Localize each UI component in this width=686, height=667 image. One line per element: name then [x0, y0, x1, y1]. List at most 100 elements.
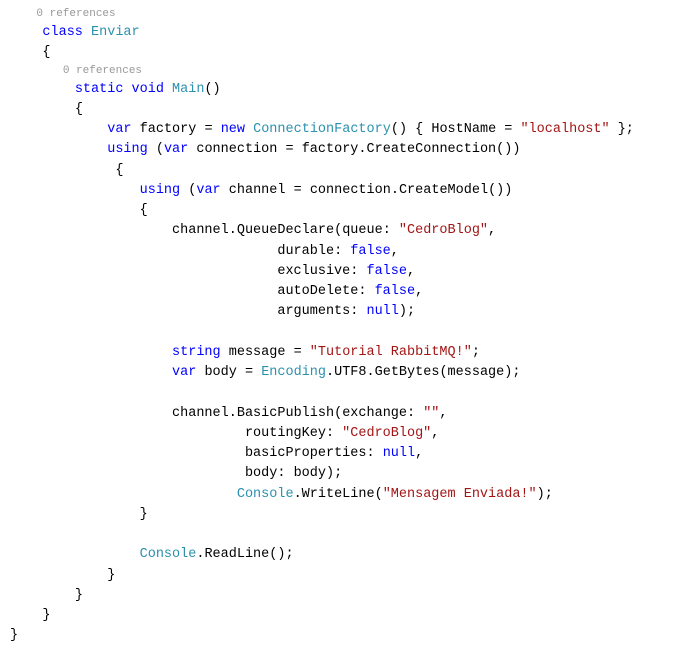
keyword-false: false [375, 284, 416, 299]
codelens-class[interactable]: 0 references [10, 6, 686, 23]
parens: ()) [496, 142, 520, 157]
comma: , [431, 426, 439, 441]
closer: ); [537, 487, 553, 502]
brace: } [42, 608, 50, 623]
keyword-false: false [366, 264, 407, 279]
code-line[interactable]: routingKey: "CedroBlog", [10, 424, 686, 444]
id-autodel: autoDelete [277, 284, 358, 299]
comma: , [415, 446, 423, 461]
dot: . [358, 142, 366, 157]
brace: } [140, 507, 148, 522]
id-factory: factory [140, 122, 197, 137]
id-utf8: UTF8 [334, 365, 366, 380]
id-message: message [229, 345, 286, 360]
code-line[interactable]: exclusive: false, [10, 262, 686, 282]
code-line[interactable]: durable: false, [10, 242, 686, 262]
codelens-main[interactable]: 0 references [10, 63, 686, 80]
comma: , [407, 264, 415, 279]
dot: . [229, 406, 237, 421]
code-line[interactable]: } [10, 626, 686, 646]
closer: ); [399, 304, 415, 319]
colon: : [326, 426, 342, 441]
id-channel: channel [229, 183, 286, 198]
type-console: Console [237, 487, 294, 502]
code-line[interactable]: static void Main() [10, 80, 686, 100]
comma: , [488, 223, 496, 238]
comma: , [439, 406, 447, 421]
id-hostname: HostName [431, 122, 496, 137]
closer: }; [610, 122, 634, 137]
p: ( [148, 142, 164, 157]
id-exchange: exchange [342, 406, 407, 421]
keyword-class: class [42, 25, 83, 40]
code-line-blank[interactable] [10, 383, 686, 403]
type-connfactory: ConnectionFactory [253, 122, 391, 137]
code-line[interactable]: body: body); [10, 464, 686, 484]
code-line[interactable]: } [10, 505, 686, 525]
eq: = [496, 122, 520, 137]
keyword-static: static [75, 82, 124, 97]
code-line[interactable]: using (var connection = factory.CreateCo… [10, 140, 686, 160]
id-channel: channel [172, 223, 229, 238]
code-line[interactable]: { [10, 201, 686, 221]
code-line[interactable]: var factory = new ConnectionFactory() { … [10, 120, 686, 140]
string-cedro: "CedroBlog" [342, 426, 431, 441]
code-line[interactable]: using (var channel = connection.CreateMo… [10, 181, 686, 201]
id-bodyparam: body [245, 466, 277, 481]
keyword-null: null [383, 446, 415, 461]
code-line[interactable]: channel.BasicPublish(exchange: "", [10, 404, 686, 424]
code-line[interactable]: { [10, 43, 686, 63]
keyword-new: new [221, 122, 245, 137]
dot: . [229, 223, 237, 238]
code-line[interactable]: var body = Encoding.UTF8.GetBytes(messag… [10, 363, 686, 383]
eq: = [285, 142, 293, 157]
code-line[interactable]: } [10, 566, 686, 586]
keyword-var: var [196, 183, 220, 198]
code-line[interactable]: string message = "Tutorial RabbitMQ!"; [10, 343, 686, 363]
keyword-var: var [172, 365, 196, 380]
keyword-var: var [107, 122, 131, 137]
code-line[interactable]: channel.QueueDeclare(queue: "CedroBlog", [10, 221, 686, 241]
code-line[interactable]: class Enviar [10, 23, 686, 43]
string-localhost: "localhost" [520, 122, 609, 137]
dot: . [294, 487, 302, 502]
closer: ); [326, 466, 342, 481]
keyword-string: string [172, 345, 221, 360]
closer: (); [269, 547, 293, 562]
brace: { [75, 102, 83, 117]
keyword-var: var [164, 142, 188, 157]
eq: = [294, 183, 302, 198]
code-line-blank[interactable] [10, 525, 686, 545]
type-enviar: Enviar [91, 25, 140, 40]
closer: ); [504, 365, 520, 380]
code-line[interactable]: { [10, 100, 686, 120]
brace: { [140, 203, 148, 218]
code-line[interactable]: Console.ReadLine(); [10, 545, 686, 565]
code-line-blank[interactable] [10, 323, 686, 343]
p: ( [180, 183, 196, 198]
comma: , [391, 244, 399, 259]
id-exclusive: exclusive [277, 264, 350, 279]
brace: } [10, 628, 18, 643]
code-line[interactable]: { [10, 161, 686, 181]
id-conn: connection [196, 142, 277, 157]
colon: : [277, 466, 293, 481]
keyword-null: null [366, 304, 398, 319]
parens: () { [391, 122, 432, 137]
string-cedro: "CedroBlog" [399, 223, 488, 238]
code-line[interactable]: autoDelete: false, [10, 282, 686, 302]
code-line[interactable]: basicProperties: null, [10, 444, 686, 464]
id-readline: ReadLine [204, 547, 269, 562]
code-line[interactable]: arguments: null); [10, 302, 686, 322]
id-args: arguments [277, 304, 350, 319]
brace: } [107, 568, 115, 583]
colon: : [334, 244, 350, 259]
code-editor[interactable]: 0 references class Enviar { 0 references… [0, 0, 686, 653]
colon: : [366, 446, 382, 461]
codelens-text: 0 references [36, 8, 115, 20]
id-durable: durable [277, 244, 334, 259]
id-basicpub: BasicPublish [237, 406, 334, 421]
code-line[interactable]: Console.WriteLine("Mensagem Enviada!"); [10, 485, 686, 505]
code-line[interactable]: } [10, 586, 686, 606]
code-line[interactable]: } [10, 606, 686, 626]
